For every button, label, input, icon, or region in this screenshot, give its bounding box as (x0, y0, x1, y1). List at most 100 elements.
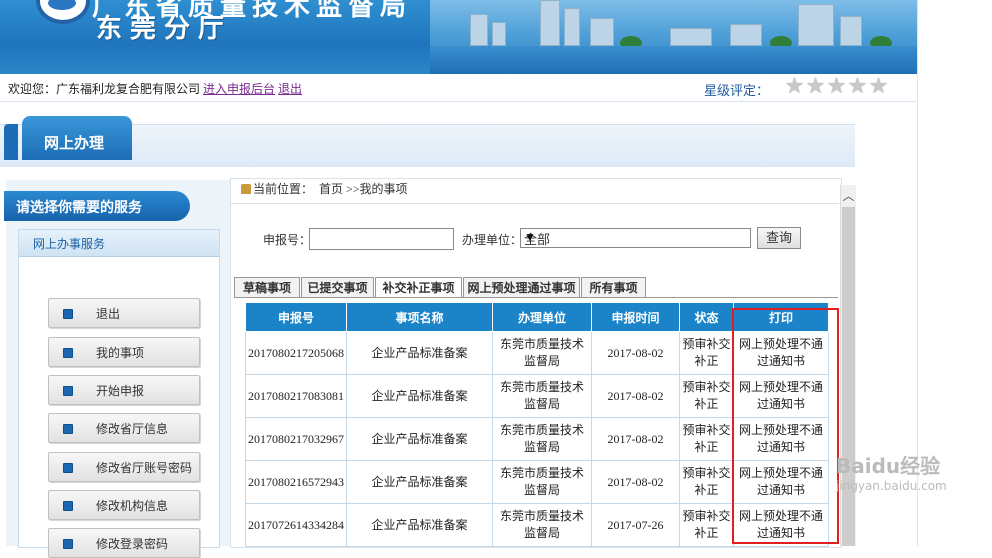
sidebar-item-label: 修改省厅信息 (96, 422, 169, 436)
print-link[interactable]: 网上预处理不通过通知书 (733, 460, 829, 504)
print-link[interactable]: 网上预处理不通过通知书 (733, 374, 829, 418)
tab-all[interactable]: 所有事项 (581, 277, 646, 298)
unit-cell: 东莞市质量技术监督局 (492, 417, 592, 461)
column-header: 事项名称 (346, 302, 493, 332)
sidebar-item-start-declaration[interactable]: 开始申报 (48, 375, 200, 405)
report-number-cell: 2017080216572943 (245, 460, 347, 504)
tab-draft[interactable]: 草稿事项 (234, 277, 300, 298)
column-header: 办理单位 (492, 302, 592, 332)
report-number-cell: 2017072614334284 (245, 503, 347, 547)
scrollbar-thumb[interactable] (842, 207, 855, 546)
backend-link[interactable]: 进入申报后台 (203, 82, 275, 96)
tab-submitted[interactable]: 已提交事项 (301, 277, 374, 298)
report-number-cell: 2017080217205068 (245, 331, 347, 375)
print-link[interactable]: 网上预处理不通过通知书 (733, 503, 829, 547)
item-name-cell: 企业产品标准备案 (346, 460, 493, 504)
status-cell: 预审补交补正 (679, 460, 734, 504)
table-header-row: 申报号 事项名称 办理单位 申报时间 状态 打印 (245, 302, 829, 332)
sidebar-header: 请选择你需要的服务 (4, 191, 190, 221)
tab-divider (234, 297, 838, 298)
sidebar-item-edit-province-password[interactable]: 修改省厅账号密码 (48, 452, 200, 482)
date-cell: 2017-08-02 (591, 374, 680, 418)
breadcrumb-label: 当前位置： (253, 182, 314, 196)
sidebar-item-label: 修改登录密码 (96, 537, 169, 551)
print-link[interactable]: 网上预处理不通过通知书 (733, 331, 829, 375)
tab-preprocess-passed[interactable]: 网上预处理通过事项 (463, 277, 580, 298)
table-row: 2017080217205068 企业产品标准备案 东莞市质量技术监督局 201… (245, 331, 829, 375)
column-header: 申报号 (245, 302, 347, 332)
breadcrumb-path: 首页 >>我的事项 (319, 182, 408, 196)
date-cell: 2017-08-02 (591, 460, 680, 504)
status-cell: 预审补交补正 (679, 374, 734, 418)
breadcrumb-divider (231, 203, 839, 204)
status-cell: 预审补交补正 (679, 331, 734, 375)
print-link[interactable]: 网上预处理不通过通知书 (733, 417, 829, 461)
unit-cell: 东莞市质量技术监督局 (492, 331, 592, 375)
unit-select[interactable]: 全部 ▼ (520, 228, 751, 248)
sidebar-subheader-text: 网上办事服务 (33, 237, 106, 251)
bullet-icon (63, 501, 73, 511)
star-icon: ★ (826, 74, 847, 99)
sidebar-item-label: 修改省厅账号密码 (96, 461, 193, 475)
star-icon: ★ (784, 74, 805, 99)
welcome-bar: 欢迎您：广东福利龙复合肥有限公司 进入申报后台 退出 星级评定： ★★★★★ (0, 74, 917, 102)
house-icon (241, 184, 251, 194)
column-header: 状态 (679, 302, 734, 332)
baidu-watermark: Baidu经验 jingyan.baidu.com (836, 450, 947, 493)
unit-label: 办理单位： (462, 233, 523, 247)
bullet-icon (63, 309, 73, 319)
report-number-input[interactable] (309, 228, 454, 250)
sidebar-item-my-items[interactable]: 我的事项 (48, 337, 200, 367)
item-name-cell: 企业产品标准备案 (346, 331, 493, 375)
banner-title: 东莞分厅 (96, 14, 233, 44)
sidebar-header-text: 请选择你需要的服务 (16, 200, 142, 216)
logo-icon (36, 0, 90, 24)
date-cell: 2017-08-02 (591, 331, 680, 375)
unit-cell: 东莞市质量技术监督局 (492, 503, 592, 547)
sidebar-item-label: 我的事项 (96, 346, 145, 360)
chevron-up-icon[interactable]: ︿ (841, 187, 856, 205)
dropdown-arrow-icon: ▼ (524, 230, 536, 244)
table-row: 2017080217083081 企业产品标准备案 东莞市质量技术监督局 201… (245, 374, 829, 418)
date-cell: 2017-07-26 (591, 503, 680, 547)
star-rating: ★★★★★ (784, 76, 889, 98)
star-icon: ★ (847, 74, 868, 99)
report-number-label: 申报号： (263, 233, 312, 247)
watermark-brand: Baidu经验 (836, 454, 941, 478)
status-cell: 预审补交补正 (679, 503, 734, 547)
sidebar-item-label: 退出 (96, 307, 121, 321)
welcome-text: 欢迎您：广东福利龙复合肥有限公司 进入申报后台 退出 (8, 80, 302, 97)
bullet-icon (63, 386, 73, 396)
sidebar-item-edit-login-password[interactable]: 修改登录密码 (48, 528, 200, 558)
banner-city-image (430, 0, 917, 74)
site-banner: 广东省质量技术监督局 东莞分厅 (0, 0, 917, 74)
bullet-icon (63, 463, 73, 473)
sidebar-subheader: 网上办事服务 (19, 230, 219, 257)
bullet-icon (63, 348, 73, 358)
items-table: 申报号 事项名称 办理单位 申报时间 状态 打印 201708021720506… (245, 302, 829, 547)
table-row: 2017080216572943 企业产品标准备案 东莞市质量技术监督局 201… (245, 460, 829, 504)
report-number-cell: 2017080217083081 (245, 374, 347, 418)
rating-label: 星级评定： (704, 83, 770, 98)
unit-cell: 东莞市质量技术监督局 (492, 374, 592, 418)
tab-supplement[interactable]: 补交补正事项 (375, 277, 462, 298)
sidebar-item-logout[interactable]: 退出 (48, 298, 200, 328)
report-number-cell: 2017080217032967 (245, 417, 347, 461)
sidebar-item-label: 开始申报 (96, 384, 145, 398)
column-header: 打印 (733, 302, 829, 332)
table-row: 2017072614334284 企业产品标准备案 东莞市质量技术监督局 201… (245, 503, 829, 547)
date-cell: 2017-08-02 (591, 417, 680, 461)
logout-link[interactable]: 退出 (278, 82, 302, 96)
bullet-icon (63, 539, 73, 549)
item-name-cell: 企业产品标准备案 (346, 417, 493, 461)
section-title-text: 网上办理 (44, 134, 105, 152)
watermark-url: jingyan.baidu.com (836, 479, 947, 493)
sidebar-item-label: 修改机构信息 (96, 499, 169, 513)
query-button[interactable]: 查询 (757, 227, 801, 249)
table-row: 2017080217032967 企业产品标准备案 东莞市质量技术监督局 201… (245, 417, 829, 461)
item-name-cell: 企业产品标准备案 (346, 374, 493, 418)
sidebar-item-edit-org-info[interactable]: 修改机构信息 (48, 490, 200, 520)
unit-cell: 东莞市质量技术监督局 (492, 460, 592, 504)
column-header: 申报时间 (591, 302, 680, 332)
sidebar-item-edit-province-info[interactable]: 修改省厅信息 (48, 413, 200, 443)
